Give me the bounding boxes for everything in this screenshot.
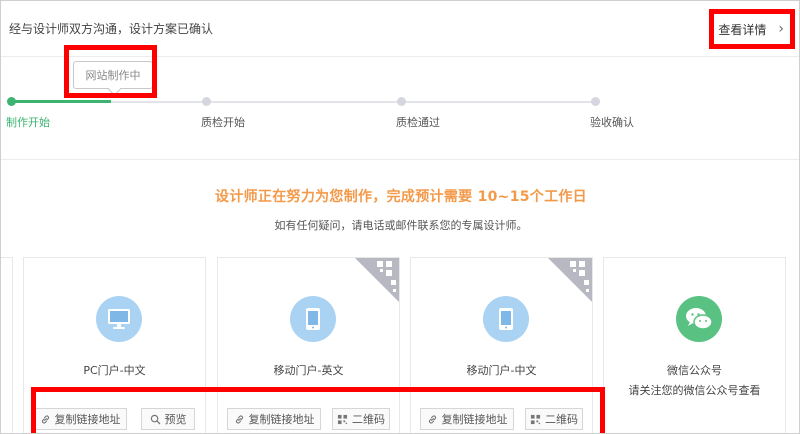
qr-code-icon bbox=[337, 414, 348, 424]
link-icon bbox=[428, 414, 436, 424]
copy-link-button[interactable]: 复制链接地址 bbox=[420, 408, 514, 430]
step-dot-start bbox=[7, 97, 16, 106]
page-frame: 经与设计师双方沟通，设计方案已确认 查看详情 › 网站制作中 制作开始 质检开始… bbox=[0, 0, 800, 434]
qr-corner-icon bbox=[355, 258, 399, 302]
card-mobile-english: 移动门户-英文 复制链接地址 二维码 bbox=[217, 257, 400, 433]
card-edge-partial bbox=[1, 257, 13, 433]
card-title: 移动门户-英文 bbox=[273, 364, 344, 377]
card-mobile-chinese: 移动门户-中文 复制链接地址 二维码 bbox=[410, 257, 593, 433]
card-wechat: 微信公众号 请关注您的微信公众号查看 bbox=[603, 257, 786, 433]
step-dot-qc-start bbox=[202, 97, 211, 106]
wechat-note: 请关注您的微信公众号查看 bbox=[628, 384, 761, 397]
step-dot-qc-pass bbox=[397, 97, 406, 106]
step-label-qc-pass: 质检通过 bbox=[396, 116, 440, 129]
qr-code-button[interactable]: 二维码 bbox=[525, 408, 583, 430]
card-title: 微信公众号 bbox=[667, 364, 722, 377]
step-label-start: 制作开始 bbox=[6, 116, 50, 129]
chevron-right-icon: › bbox=[778, 21, 784, 37]
mobile-icon bbox=[290, 296, 336, 342]
preview-button[interactable]: 预览 bbox=[141, 408, 195, 430]
link-icon bbox=[41, 414, 49, 424]
site-cards: PC门户-中文 复制链接地址 预览 移动门户-英文 复制链接地址 二维码 移动门… bbox=[1, 257, 799, 433]
card-title: PC门户-中文 bbox=[83, 364, 146, 377]
production-headline: 设计师正在努力为您制作，完成预计需要 10~15个工作日 bbox=[215, 189, 587, 205]
qr-corner-icon bbox=[548, 258, 592, 302]
search-icon bbox=[150, 414, 160, 424]
link-icon bbox=[235, 414, 243, 424]
mobile-icon bbox=[483, 296, 529, 342]
highlight-box-tooltip bbox=[64, 45, 157, 98]
contact-hint: 如有任何疑问，请电话或邮件联系您的专属设计师。 bbox=[274, 219, 528, 232]
step-label-qc-start: 质检开始 bbox=[201, 116, 245, 129]
monitor-icon bbox=[96, 296, 142, 342]
copy-link-button[interactable]: 复制链接地址 bbox=[227, 408, 321, 430]
card-pc-chinese: PC门户-中文 复制链接地址 预览 bbox=[23, 257, 206, 433]
step-label-acceptance: 验收确认 bbox=[590, 116, 634, 129]
qr-code-icon bbox=[530, 414, 541, 424]
qr-code-button[interactable]: 二维码 bbox=[332, 408, 390, 430]
confirmation-message: 经与设计师双方沟通，设计方案已确认 bbox=[9, 22, 214, 36]
wechat-icon bbox=[676, 296, 722, 342]
step-dot-acceptance bbox=[591, 97, 600, 106]
view-details-label: 查看详情 bbox=[718, 22, 767, 37]
progress-fill bbox=[12, 100, 111, 103]
view-details-link[interactable]: 查看详情 › bbox=[709, 9, 795, 49]
progress-steps: 网站制作中 制作开始 质检开始 质检通过 验收确认 bbox=[1, 45, 799, 160]
card-title: 移动门户-中文 bbox=[466, 364, 537, 377]
copy-link-button[interactable]: 复制链接地址 bbox=[33, 408, 127, 430]
